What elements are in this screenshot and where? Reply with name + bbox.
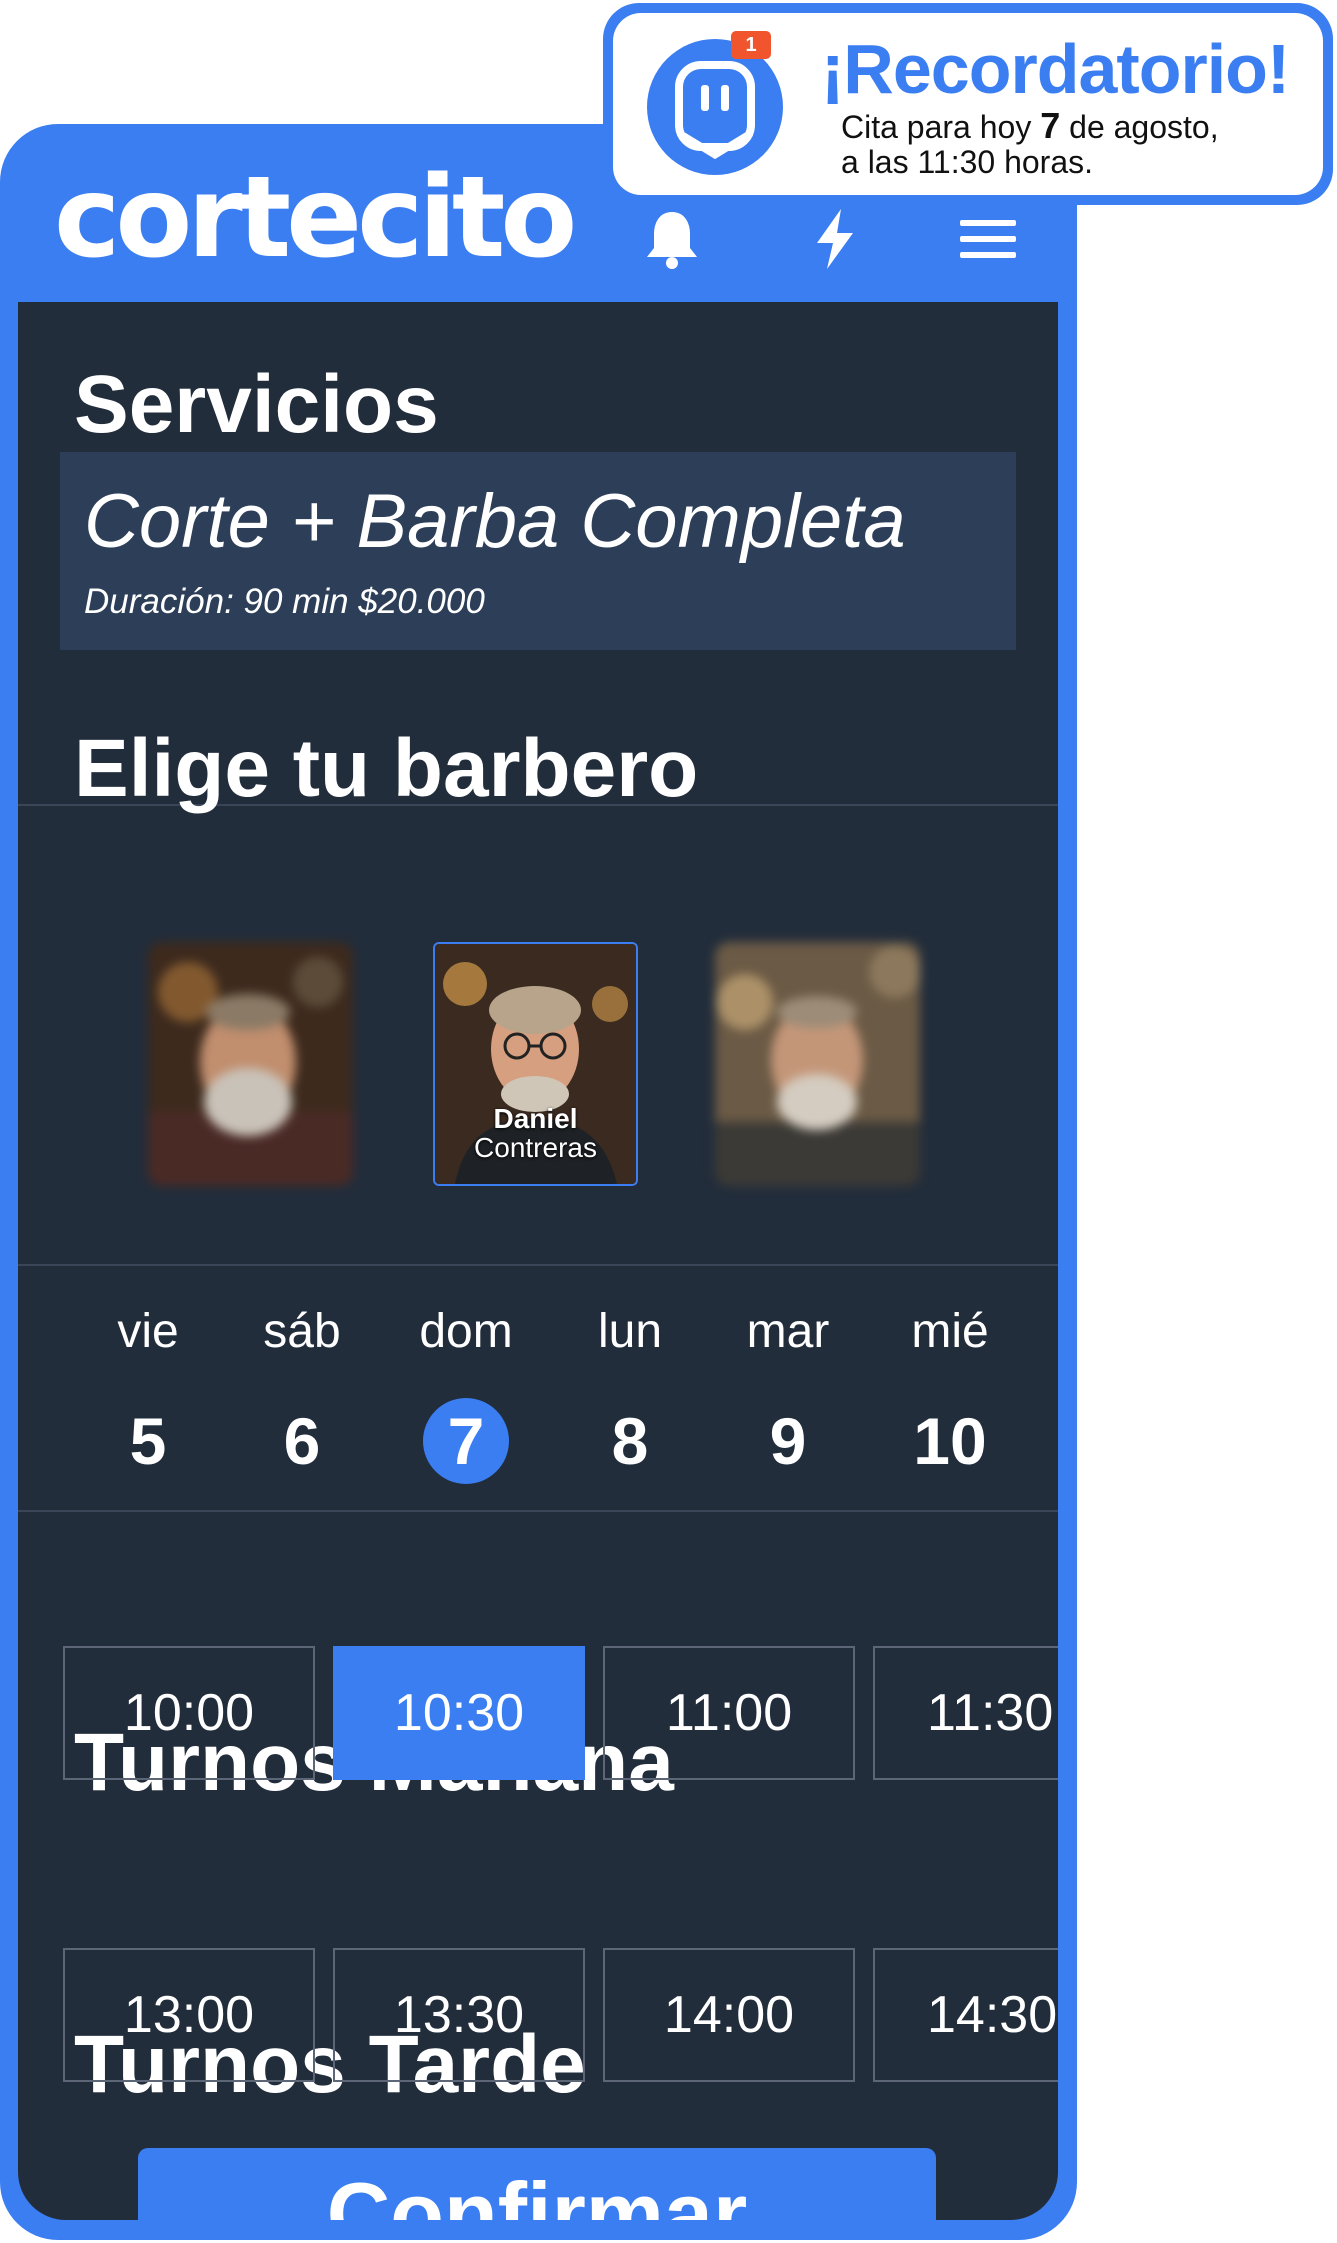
day-name: mar (746, 1305, 830, 1358)
day-name: dom (419, 1305, 513, 1358)
barber-first-name: Daniel (493, 1103, 578, 1134)
reminder-text: Cita para hoy (841, 109, 1041, 145)
day-number: 8 (611, 1404, 649, 1478)
reminder-text: de agosto, (1060, 109, 1219, 145)
time-slot[interactable]: 13:00 (63, 1948, 315, 2082)
day-option-selected[interactable]: dom 7 (396, 1302, 536, 1484)
services-title: Servicios (74, 359, 439, 450)
menu-icon[interactable] (953, 204, 1023, 274)
barber-name-label: Daniel Contreras (435, 1104, 636, 1163)
day-option[interactable]: vie 5 (78, 1302, 218, 1484)
confirm-button[interactable]: Confirmar (138, 2148, 936, 2220)
barber-photo[interactable] (715, 942, 920, 1186)
day-name: mié (911, 1305, 989, 1358)
day-number: 7 (423, 1398, 509, 1484)
reminder-day: 7 (1040, 105, 1061, 146)
time-slot[interactable]: 13:30 (333, 1948, 585, 2082)
day-number: 5 (129, 1404, 167, 1478)
time-slot-selected[interactable]: 10:30 (333, 1646, 585, 1780)
day-option[interactable]: mar 9 (718, 1302, 858, 1484)
day-option[interactable]: sáb 6 (232, 1302, 372, 1484)
day-name: lun (597, 1305, 663, 1358)
day-number: 10 (913, 1404, 987, 1478)
day-number: 9 (769, 1404, 807, 1478)
time-slot[interactable]: 14:30 (873, 1948, 1058, 2082)
time-slot[interactable]: 11:00 (603, 1646, 855, 1780)
barber-last-name: Contreras (474, 1132, 597, 1164)
notification-badge: 1 (731, 31, 771, 59)
app-logo: cortecito (54, 153, 577, 283)
time-slot[interactable]: 14:00 (603, 1948, 855, 2082)
day-name: vie (117, 1305, 179, 1358)
time-slot[interactable]: 10:00 (63, 1646, 315, 1780)
day-name: sáb (263, 1305, 341, 1358)
reminder-card: 1 ¡Recordatorio! Cita para hoy 7 de agos… (613, 13, 1323, 195)
bell-icon[interactable] (637, 204, 707, 274)
day-option[interactable]: lun 8 (560, 1302, 700, 1484)
bolt-icon[interactable] (800, 204, 870, 274)
service-card[interactable]: Corte + Barba Completa Duración: 90 min … (60, 452, 1016, 650)
reminder-title: ¡Recordatorio! (821, 30, 1290, 108)
barber-section-title: Elige tu barbero (74, 723, 699, 814)
reminder-message: Cita para hoy 7 de agosto, a las 11:30 h… (841, 108, 1311, 180)
day-option[interactable]: mié 10 (880, 1302, 1020, 1484)
barber-photo[interactable] (148, 942, 353, 1186)
divider (18, 1510, 1058, 1512)
service-name: Corte + Barba Completa (84, 479, 906, 564)
phone-frame: cortecito Servicios Corte + Barba Comple… (0, 124, 1077, 2240)
divider (18, 1264, 1058, 1266)
reminder-time: a las 11:30 horas. (841, 144, 1094, 180)
day-number: 6 (283, 1404, 321, 1478)
barber-photo-selected[interactable]: Daniel Contreras (433, 942, 638, 1186)
time-slot[interactable]: 11:30 (873, 1646, 1058, 1780)
booking-panel: Servicios Corte + Barba Completa Duració… (18, 302, 1058, 2220)
service-detail: Duración: 90 min $20.000 (84, 582, 485, 621)
reminder-notification[interactable]: 1 ¡Recordatorio! Cita para hoy 7 de agos… (603, 3, 1333, 205)
